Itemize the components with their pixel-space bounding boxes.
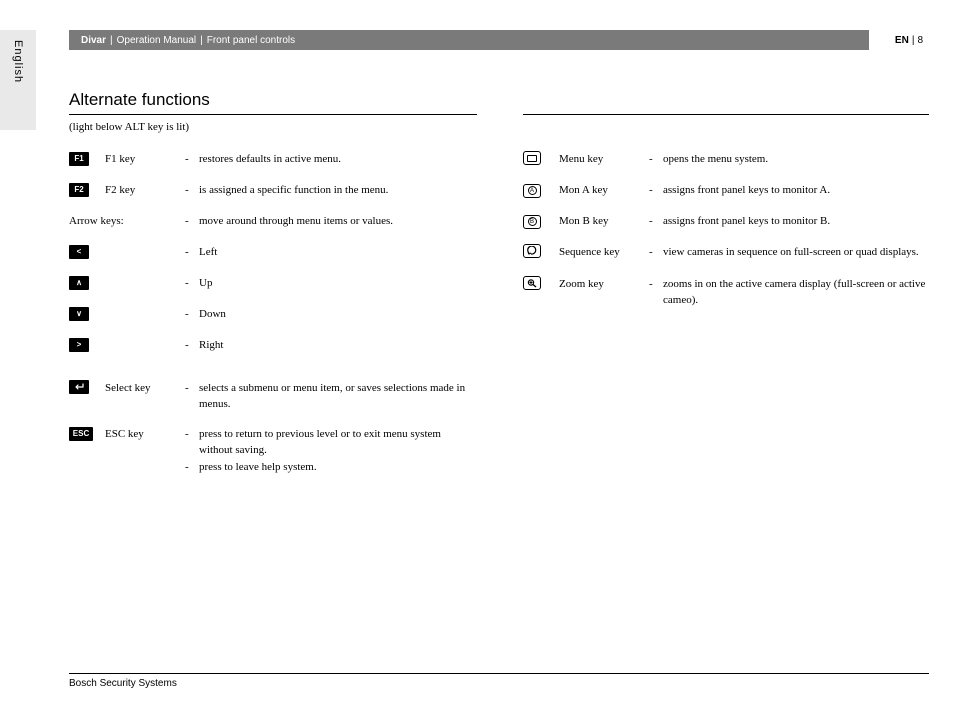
- arrow-right-icon: >: [69, 338, 89, 352]
- esc-desc-2: press to leave help system.: [199, 461, 477, 473]
- row-menu: Menu key - opens the menu system.: [523, 151, 929, 168]
- header-page-number: 8: [917, 35, 923, 46]
- separator: |: [110, 35, 113, 46]
- row-select: Select key - selects a submenu or menu i…: [69, 380, 477, 413]
- row-mon-a: A Mon A key - assigns front panel keys t…: [523, 182, 929, 199]
- dash: -: [649, 213, 663, 230]
- row-zoom: Zoom key - zooms in on the active camera…: [523, 276, 929, 309]
- mon-a-key-icon: A: [523, 184, 541, 198]
- dash: -: [649, 276, 663, 293]
- arrow-up-icon: ∧: [69, 276, 89, 290]
- header-bar: Divar | Operation Manual | Front panel c…: [69, 30, 929, 50]
- select-desc: selects a submenu or menu item, or saves…: [199, 380, 477, 413]
- dash: -: [185, 151, 199, 168]
- zoom-name: Zoom key: [559, 276, 649, 293]
- dash: -: [185, 306, 199, 323]
- header-lang: EN: [895, 35, 909, 46]
- dash: -: [649, 151, 663, 168]
- title-rules: [69, 114, 929, 115]
- rule-left: [69, 114, 477, 115]
- sequence-name: Sequence key: [559, 244, 649, 261]
- row-sequence: Sequence key - view cameras in sequence …: [523, 244, 929, 262]
- mon-b-key-icon: B: [523, 215, 541, 229]
- mon-b-name: Mon B key: [559, 213, 649, 230]
- dash: -: [185, 244, 199, 261]
- footer: Bosch Security Systems: [69, 673, 929, 689]
- row-arrow-up: ∧ - Up: [69, 275, 477, 292]
- language-tab: English: [0, 30, 36, 130]
- dash: -: [649, 182, 663, 199]
- dash: -: [185, 426, 199, 443]
- column-right: Menu key - opens the menu system. A Mon …: [523, 151, 929, 487]
- row-f1: F1 F1 key - restores defaults in active …: [69, 151, 477, 168]
- select-name: Select key: [105, 380, 185, 397]
- header-breadcrumb: Divar | Operation Manual | Front panel c…: [69, 30, 869, 50]
- zoom-desc: zooms in on the active camera display (f…: [663, 276, 929, 309]
- arrow-down-icon: ∨: [69, 307, 89, 321]
- row-mon-b: B Mon B key - assigns front panel keys t…: [523, 213, 929, 230]
- arrow-down-desc: Down: [199, 306, 477, 323]
- mon-a-name: Mon A key: [559, 182, 649, 199]
- language-label: English: [12, 40, 24, 83]
- f1-name: F1 key: [105, 151, 185, 168]
- menu-name: Menu key: [559, 151, 649, 168]
- dash: -: [185, 461, 199, 473]
- row-arrow-right: > - Right: [69, 337, 477, 354]
- arrow-up-desc: Up: [199, 275, 477, 292]
- column-left: F1 F1 key - restores defaults in active …: [69, 151, 477, 487]
- dash: -: [649, 244, 663, 261]
- dash: -: [185, 182, 199, 199]
- dash: -: [185, 275, 199, 292]
- sequence-key-icon: [523, 244, 541, 258]
- rule-right: [523, 114, 929, 115]
- esc-name: ESC key: [105, 426, 185, 443]
- header-page: EN | 8: [869, 30, 929, 50]
- arrows-label: Arrow keys:: [69, 213, 185, 230]
- sequence-desc: view cameras in sequence on full-screen …: [663, 244, 929, 261]
- arrow-left-desc: Left: [199, 244, 477, 261]
- page-content: Alternate functions (light below ALT key…: [69, 90, 929, 665]
- row-arrow-left: < - Left: [69, 244, 477, 261]
- row-arrow-down: ∨ - Down: [69, 306, 477, 323]
- columns: F1 F1 key - restores defaults in active …: [69, 151, 929, 487]
- separator: |: [200, 35, 203, 46]
- mon-a-desc: assigns front panel keys to monitor A.: [663, 182, 929, 199]
- enter-key-icon: [69, 380, 89, 394]
- menu-key-icon: [523, 151, 541, 165]
- f2-desc: is assigned a specific function in the m…: [199, 182, 477, 199]
- row-arrows-header: Arrow keys: - move around through menu i…: [69, 213, 477, 230]
- mon-b-desc: assigns front panel keys to monitor B.: [663, 213, 929, 230]
- f2-name: F2 key: [105, 182, 185, 199]
- arrow-right-desc: Right: [199, 337, 477, 354]
- dash: -: [185, 380, 199, 397]
- esc-desc-1: press to return to previous level or to …: [199, 426, 477, 459]
- footer-text: Bosch Security Systems: [69, 678, 177, 689]
- row-esc: ESC ESC key - press to return to previou…: [69, 426, 477, 459]
- esc-key-icon: ESC: [69, 427, 93, 441]
- arrows-desc: move around through menu items or values…: [199, 213, 477, 230]
- menu-desc: opens the menu system.: [663, 151, 929, 168]
- header-section: Front panel controls: [207, 35, 295, 46]
- header-product: Divar: [81, 35, 106, 46]
- row-f2: F2 F2 key - is assigned a specific funct…: [69, 182, 477, 199]
- arrow-left-icon: <: [69, 245, 89, 259]
- f1-desc: restores defaults in active menu.: [199, 151, 477, 168]
- header-doc: Operation Manual: [117, 35, 197, 46]
- row-esc-2: - press to leave help system.: [69, 461, 477, 473]
- f2-key-icon: F2: [69, 183, 89, 197]
- dash: -: [185, 337, 199, 354]
- zoom-key-icon: [523, 276, 541, 290]
- subtitle-note: (light below ALT key is lit): [69, 121, 929, 133]
- f1-key-icon: F1: [69, 152, 89, 166]
- dash: -: [185, 213, 199, 230]
- separator: |: [912, 35, 915, 46]
- page-title: Alternate functions: [69, 90, 929, 110]
